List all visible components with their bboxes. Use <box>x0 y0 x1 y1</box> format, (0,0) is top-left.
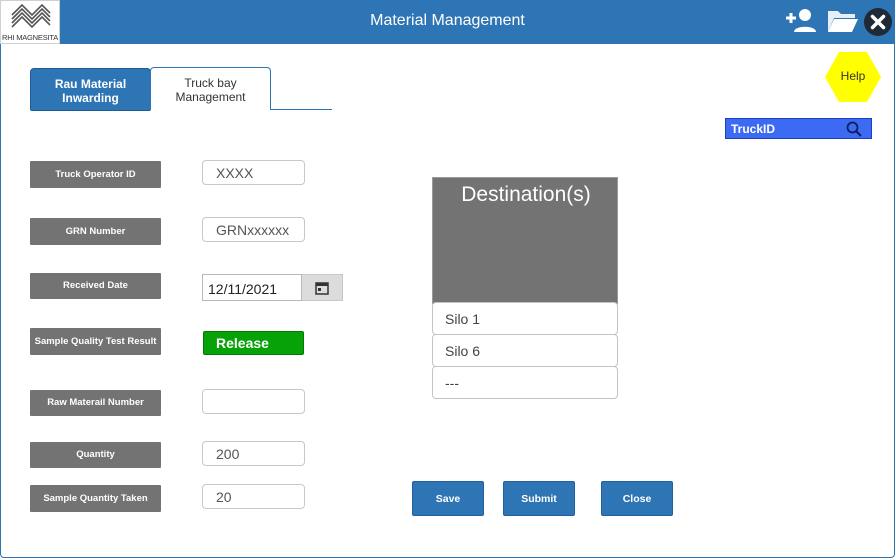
close-icon[interactable] <box>863 7 893 42</box>
destination-item[interactable]: Silo 1 <box>432 302 618 335</box>
tab-truck-bay-management[interactable]: Truck bay Management <box>150 67 271 110</box>
help-button[interactable]: Help <box>825 51 881 103</box>
destination-item[interactable]: --- <box>432 366 618 399</box>
truck-operator-label: Truck Operator ID <box>30 161 161 188</box>
sample-taken-field[interactable]: 20 <box>202 484 305 509</box>
search-placeholder: TruckID <box>731 122 776 136</box>
sample-taken-label: Sample Quantity Taken <box>30 485 161 512</box>
received-date-label: Received Date <box>30 273 161 299</box>
quality-test-label: Sample Quality Test Result <box>30 328 161 355</box>
tab-underline <box>270 109 332 110</box>
destinations-title: Destination(s) <box>461 183 591 206</box>
destinations-panel: Destination(s) <box>432 177 618 304</box>
quantity-field[interactable]: 200 <box>202 441 305 466</box>
calendar-button[interactable] <box>302 274 343 301</box>
destination-item[interactable]: Silo 6 <box>432 334 618 367</box>
received-date-field[interactable]: 12/11/2021 <box>202 274 302 301</box>
truck-operator-field[interactable]: XXXX <box>202 160 305 185</box>
header-bar: RHI MAGNESITA Material Management <box>0 0 895 44</box>
calendar-icon <box>315 282 329 295</box>
raw-material-field[interactable] <box>202 389 305 414</box>
help-label: Help <box>840 69 866 83</box>
grn-number-field[interactable]: GRNxxxxxx <box>202 217 305 242</box>
brand-name: RHI MAGNESITA <box>2 33 59 42</box>
truck-id-search[interactable]: TruckID <box>725 118 872 139</box>
search-icon[interactable] <box>846 121 862 142</box>
save-button[interactable]: Save <box>412 481 484 516</box>
page-title: Material Management <box>370 12 525 29</box>
received-date-picker[interactable]: 12/11/2021 <box>202 274 343 301</box>
add-user-icon[interactable] <box>784 6 816 41</box>
tab-raw-material-inwarding[interactable]: Rau Material Inwarding <box>30 68 151 111</box>
folder-icon[interactable] <box>827 8 859 39</box>
quantity-label: Quantity <box>30 442 161 468</box>
submit-button[interactable]: Submit <box>503 481 575 516</box>
close-button[interactable]: Close <box>601 481 673 516</box>
quality-status-badge: Release <box>203 331 304 355</box>
raw-material-label: Raw Materail Number <box>30 390 161 416</box>
grn-number-label: GRN Number <box>30 218 161 245</box>
